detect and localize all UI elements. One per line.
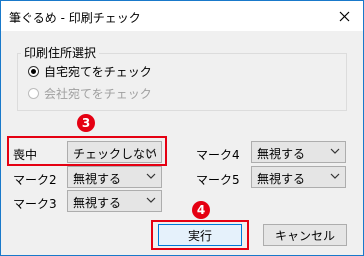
mark2-label: マーク2 (13, 173, 57, 187)
chevron-down-icon (330, 148, 340, 154)
close-button[interactable] (329, 4, 359, 28)
mark2-select[interactable]: 無視する (67, 166, 162, 188)
mark5-label: マーク5 (196, 173, 240, 187)
radio-company-address[interactable]: 会社宛てをチェック (28, 85, 152, 102)
address-select-group (17, 53, 347, 111)
mark5-select[interactable]: 無視する (251, 166, 346, 188)
title-bar[interactable]: 筆ぐるめ - 印刷チェック (1, 1, 363, 31)
mark4-label: マーク4 (196, 148, 240, 162)
mark4-select[interactable]: 無視する (251, 141, 346, 163)
chevron-down-icon (330, 173, 340, 179)
radio-icon (28, 66, 39, 77)
chevron-down-icon (146, 148, 156, 154)
radio-company-label: 会社宛てをチェック (44, 87, 152, 101)
dialog-window: 筆ぐるめ - 印刷チェック 印刷住所選択 自宅宛てをチェック 会社宛てをチェック… (0, 0, 364, 256)
mark3-label: マーク3 (13, 197, 57, 211)
group-legend: 印刷住所選択 (21, 44, 100, 61)
annotation-badge-3: 3 (77, 114, 95, 132)
chevron-down-icon (146, 197, 156, 203)
execute-button[interactable]: 実行 (158, 224, 242, 246)
mochu-label: 喪中 (13, 148, 38, 162)
close-icon (339, 11, 349, 21)
window-title: 筆ぐるめ - 印刷チェック (9, 11, 141, 25)
radio-home-label: 自宅宛てをチェック (44, 65, 152, 79)
mochu-select[interactable]: チェックしない (67, 141, 162, 163)
mark3-select[interactable]: 無視する (67, 190, 162, 212)
chevron-down-icon (146, 173, 156, 179)
annotation-badge-4: 4 (192, 201, 210, 219)
radio-icon (28, 88, 39, 99)
radio-home-address[interactable]: 自宅宛てをチェック (28, 63, 152, 80)
cancel-button[interactable]: キャンセル (263, 224, 347, 246)
